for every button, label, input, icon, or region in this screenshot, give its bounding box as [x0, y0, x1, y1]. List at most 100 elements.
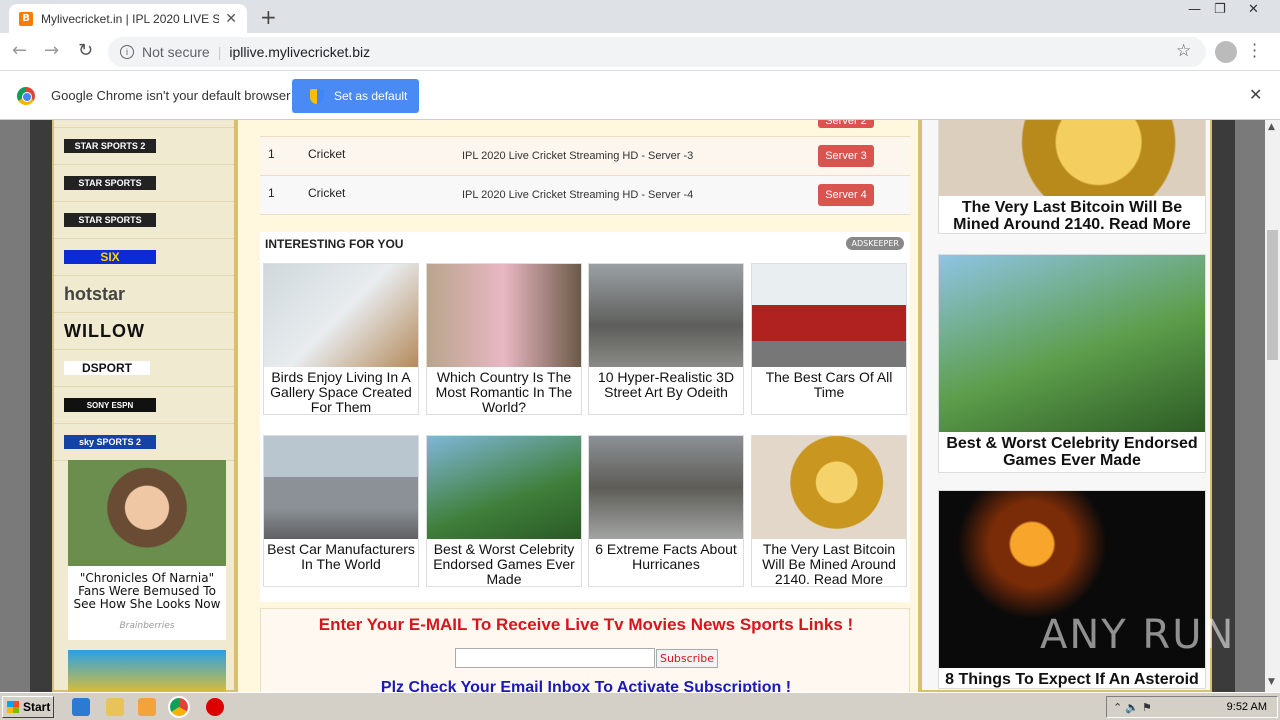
right-ad-card[interactable]: The Very Last Bitcoin Will Be Mined Arou… [938, 120, 1206, 234]
set-as-default-button[interactable]: Set as default [292, 79, 419, 113]
default-browser-infobar: Google Chrome isn't your default browser… [0, 71, 1280, 120]
ad-card[interactable]: 10 Hyper-Realistic 3D Street Art By Odei… [588, 263, 744, 415]
channel-item[interactable]: SIX [54, 239, 234, 276]
tab-close-icon[interactable]: ✕ [225, 11, 237, 27]
row-sport: Cricket [308, 147, 346, 161]
url-text[interactable]: ipllive.mylivecricket.biz [229, 44, 370, 60]
close-window-button[interactable]: ✕ [1248, 2, 1259, 17]
right-ad-card[interactable]: Best & Worst Celebrity Endorsed Games Ev… [938, 254, 1206, 473]
server-2-button[interactable]: Server 2 [818, 120, 874, 128]
tray-icons[interactable]: ⌃ 🔈 ⚑ [1107, 701, 1152, 714]
browser-toolbar: ← → ↻ i Not secure | ipllive.mylivecrick… [0, 33, 1280, 71]
bitcoin-image [752, 436, 906, 539]
vertical-scrollbar[interactable]: ▲ ▼ [1265, 120, 1280, 692]
red-car-image [752, 264, 906, 367]
menu-kebab-icon[interactable]: · · · [1252, 37, 1257, 65]
back-arrow-icon[interactable]: ← [12, 40, 27, 61]
ad-card-caption: Best & Worst Celebrity Endorsed Games Ev… [433, 541, 575, 587]
star-sports-logo: STAR SPORTS [64, 213, 156, 227]
media-player-icon[interactable] [138, 698, 156, 716]
channel-item[interactable]: DSPORT [54, 350, 234, 387]
address-bar[interactable]: i Not secure | ipllive.mylivecricket.biz [108, 37, 1206, 67]
subscribe-button[interactable]: Subscribe [656, 649, 718, 668]
not-secure-label[interactable]: Not secure [142, 44, 210, 60]
chrome-taskbar-icon[interactable] [168, 696, 190, 718]
ad-card[interactable]: The Best Cars Of All Time [751, 263, 907, 415]
ad-card-caption: The Very Last Bitcoin Will Be Mined Arou… [762, 541, 896, 587]
channel-item[interactable]: STAR SPORTS [54, 165, 234, 202]
new-tab-button[interactable]: + [260, 5, 277, 29]
channel-item[interactable]: STAR SPORTS 2 [54, 128, 234, 165]
ad-card[interactable]: The Very Last Bitcoin Will Be Mined Arou… [751, 435, 907, 587]
ie-icon[interactable] [72, 698, 90, 716]
windows-flag-icon [7, 701, 19, 713]
infobar-message: Google Chrome isn't your default browser [51, 88, 291, 103]
system-tray: ⌃ 🔈 ⚑ 9:52 AM [1106, 696, 1278, 718]
clock: 9:52 AM [1226, 701, 1267, 713]
alert-icon[interactable] [206, 698, 224, 716]
infobar-close-icon[interactable]: ✕ [1249, 85, 1262, 104]
scrollbar-thumb[interactable] [1267, 230, 1278, 360]
start-label: Start [23, 700, 51, 714]
ad-card[interactable]: Best Car Manufacturers In The World [263, 435, 419, 587]
dsport-logo: DSPORT [64, 361, 150, 375]
email-input[interactable] [455, 648, 655, 668]
left-ad-caption: "Chronicles Of Narnia" Fans Were Bemused… [73, 571, 221, 611]
set-as-default-label: Set as default [334, 89, 408, 103]
minimize-button[interactable]: — [1188, 2, 1201, 17]
sky-sports-2-logo: sky SPORTS 2 [64, 435, 156, 449]
row-number: 1 [268, 147, 275, 161]
ad-card-caption: Birds Enjoy Living In A Gallery Space Cr… [270, 369, 412, 415]
forward-arrow-icon[interactable]: → [44, 40, 59, 61]
table-row: Server 2 [260, 120, 910, 137]
left-ad-source: Brainberries [119, 621, 175, 631]
profile-avatar[interactable] [1215, 41, 1237, 63]
ad-card[interactable]: Which Country Is The Most Romantic In Th… [426, 263, 582, 415]
ad-card-caption: Best Car Manufacturers In The World [267, 541, 415, 572]
table-row: 1 Cricket IPL 2020 Live Cricket Streamin… [260, 176, 910, 215]
channel-item[interactable]: sky SPORTS 2 [54, 424, 234, 461]
row-sport: Cricket [308, 186, 346, 200]
silver-car-image [264, 436, 418, 539]
browser-tab[interactable]: B Mylivecricket.in | IPL 2020 LIVE Stre … [9, 4, 247, 33]
channel-item[interactable]: STAR SPORTS [54, 202, 234, 239]
ad-card[interactable]: Birds Enjoy Living In A Gallery Space Cr… [263, 263, 419, 415]
right-ad-card[interactable]: 8 Things To Expect If An Asteroid [938, 490, 1206, 689]
subscribe-note: Plz Check Your Email Inbox To Activate S… [380, 679, 792, 692]
bookmark-star-icon[interactable]: ☆ [1176, 41, 1191, 61]
scroll-up-icon[interactable]: ▲ [1268, 122, 1275, 132]
info-icon[interactable]: i [120, 45, 134, 59]
left-ad-image-2[interactable] [68, 650, 226, 692]
channel-item[interactable]: WILLOW [54, 313, 234, 350]
row-title: IPL 2020 Live Cricket Streaming HD - Ser… [462, 189, 694, 201]
right-ad-caption: The Very Last Bitcoin Will Be Mined Arou… [953, 199, 1191, 233]
hotstar-logo: hotstar [64, 283, 126, 304]
channel-item[interactable]: SONY ESPN [54, 387, 234, 424]
channel-item[interactable]: hotstar [54, 276, 234, 313]
couple-image [427, 264, 581, 367]
ad-card[interactable]: 6 Extreme Facts About Hurricanes [588, 435, 744, 587]
right-ad-caption: 8 Things To Expect If An Asteroid [945, 671, 1199, 688]
parrot-image [264, 264, 418, 367]
ad-card-caption: The Best Cars Of All Time [765, 369, 893, 400]
channel-sidebar: STAR SPORTS 2 STAR SPORTS STAR SPORTS SI… [52, 120, 236, 692]
subscribe-title: Enter Your E-MAIL To Receive Live Tv Mov… [318, 615, 854, 634]
right-ad-column: The Very Last Bitcoin Will Be Mined Arou… [920, 120, 1212, 692]
left-ad-card[interactable]: "Chronicles Of Narnia" Fans Were Bemused… [68, 460, 226, 640]
hurricane-image [589, 436, 743, 539]
stream-table: Server 2 1 Cricket IPL 2020 Live Cricket… [260, 120, 910, 215]
adskeeper-badge[interactable]: ADSKEEPER [846, 237, 904, 250]
tab-title: Mylivecricket.in | IPL 2020 LIVE Stre [41, 11, 220, 26]
game-image [427, 436, 581, 539]
scroll-down-icon[interactable]: ▼ [1268, 677, 1275, 687]
server-3-button[interactable]: Server 3 [818, 145, 874, 167]
folder-icon[interactable] [106, 698, 124, 716]
ad-card-caption: Which Country Is The Most Romantic In Th… [435, 369, 573, 415]
willow-logo: WILLOW [64, 320, 145, 341]
ad-card[interactable]: Best & Worst Celebrity Endorsed Games Ev… [426, 435, 582, 587]
channel-spacer [54, 120, 234, 128]
restore-button[interactable]: ❐ [1214, 2, 1226, 17]
server-4-button[interactable]: Server 4 [818, 184, 874, 206]
start-button[interactable]: Start [2, 696, 54, 718]
reload-icon[interactable]: ↻ [78, 40, 93, 61]
